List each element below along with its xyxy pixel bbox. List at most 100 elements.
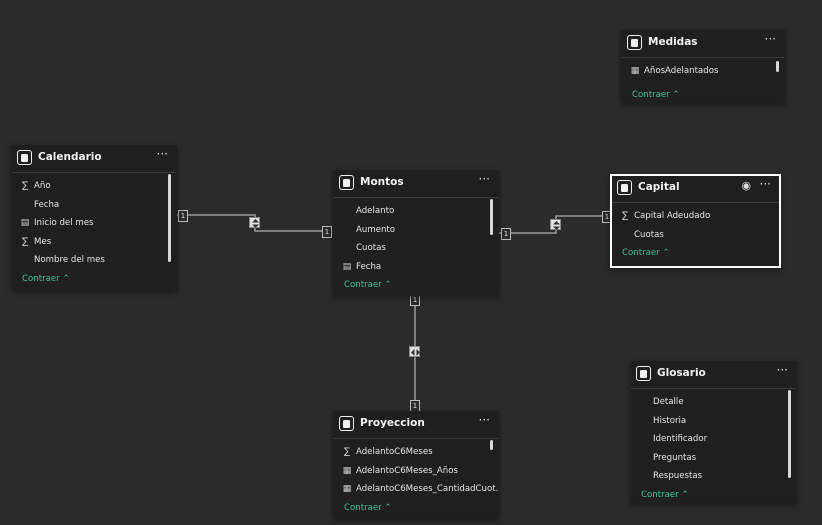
collapse-label: Contraer [22,273,60,284]
table-header[interactable]: Capital ◉ ··· [612,176,779,203]
chevron-up-icon: ⌃ [672,89,680,100]
cardinality-badge-calendario: 1 [178,210,188,222]
more-options-icon[interactable]: ··· [760,177,771,191]
field-item[interactable]: ∑ Año [12,177,176,196]
field-label: AdelantoC6Meses [356,447,433,457]
field-item[interactable]: ▦ AñosAdelantados [622,62,784,81]
table-header[interactable]: Medidas ··· [622,31,784,58]
table-icon [636,366,651,381]
field-label: Cuotas [356,243,386,253]
collapse-label: Contraer [344,280,382,290]
table-title: Calendario [38,151,102,163]
field-label: Fecha [34,199,60,210]
collapse-link[interactable]: Contraer ⌃ [612,244,779,262]
field-item[interactable]: ▤ Inicio del mes [12,214,176,233]
field-label: Respuestas [653,471,703,481]
field-item[interactable]: ∑ Capital Adeudado [612,207,779,226]
table-header[interactable]: Glosario ··· [631,362,796,389]
field-item[interactable]: Nombre del mes [12,251,176,270]
sigma-icon: ∑ [21,181,29,191]
collapse-link[interactable]: Contraer ⌃ [631,486,796,504]
field-item[interactable]: Respuestas [631,467,796,486]
more-options-icon[interactable]: ··· [765,32,776,46]
table-card-proyeccion[interactable]: Proyeccion ··· ∑ AdelantoC6Meses ▦ Adelant… [333,411,499,519]
cardinality-badge-montos-left: 1 [322,226,332,238]
calculated-column-icon: ▦ [342,465,352,476]
more-options-icon[interactable]: ··· [479,172,490,186]
field-item[interactable]: Cuotas [334,239,498,258]
more-options-icon[interactable]: ··· [157,147,168,161]
field-item[interactable]: Preguntas [631,449,796,468]
field-list: ∑ AdelantoC6Meses ▦ AdelantoC6Meses_Años ▦… [334,439,498,517]
field-item[interactable]: ▤ Fecha [334,258,498,277]
table-icon [339,175,354,190]
collapse-link[interactable]: Contraer ⌃ [12,270,176,288]
table-card-capital[interactable]: Capital ◉ ··· ∑ Capital Adeudado Cuotas C… [610,174,781,268]
field-label: AdelantoC6Meses_Años [356,465,458,476]
eye-icon[interactable]: ◉ [741,179,751,192]
field-item[interactable]: ∑ Mes [12,233,176,252]
cross-filter-both-icon[interactable] [550,219,561,230]
table-title: Proyeccion [360,417,425,429]
collapse-label: Contraer [632,89,670,100]
more-options-icon[interactable]: ··· [777,363,788,377]
field-list: ∑ Año Fecha ▤ Inicio del mes ∑ Mes Nombre d… [12,173,176,288]
chevron-up-icon: ⌃ [681,489,689,500]
chevron-up-icon: ⌃ [62,273,70,284]
table-title: Capital [638,181,680,193]
scrollbar[interactable] [490,199,493,235]
table-title: Glosario [657,367,706,379]
scrollbar[interactable] [168,174,171,262]
collapse-link[interactable]: Contraer ⌃ [334,499,498,517]
field-label: Nombre del mes [34,255,105,265]
table-header[interactable]: Montos ··· [334,171,498,198]
table-header[interactable]: Proyeccion ··· [334,412,498,439]
field-item[interactable]: Detalle [631,393,796,412]
field-item[interactable]: Cuotas [612,226,779,245]
cross-filter-both-icon[interactable] [249,217,260,228]
table-header[interactable]: Calendario ··· [12,146,176,173]
chevron-up-icon: ⌃ [662,248,670,258]
field-item[interactable]: Fecha [12,196,176,215]
field-label: Mes [34,236,52,247]
more-options-icon[interactable]: ··· [479,413,490,427]
field-label: Historia [653,415,687,426]
table-card-medidas[interactable]: Medidas ··· ▦ AñosAdelantados Contraer ⌃ [621,30,785,103]
field-item[interactable]: Aumento [334,221,498,240]
table-title: Montos [360,176,404,188]
collapse-label: Contraer [344,502,382,513]
field-item[interactable]: Identificador [631,430,796,449]
collapse-label: Contraer [622,248,660,258]
field-label: Capital Adeudado [634,211,711,221]
scrollbar[interactable] [776,61,779,72]
calculator-icon: ▦ [630,66,640,76]
sigma-icon: ∑ [343,447,351,457]
calendar-icon: ▤ [342,261,352,272]
table-icon [617,180,632,195]
collapse-link[interactable]: Contraer ⌃ [334,276,498,294]
field-item[interactable]: Historia [631,412,796,431]
calendar-icon: ▤ [20,218,30,228]
field-list: Adelanto Aumento Cuotas ▤ Fecha Contraer … [334,198,498,294]
field-label: Inicio del mes [34,218,94,228]
sigma-icon: ∑ [21,236,29,247]
chevron-up-icon: ⌃ [384,280,392,290]
field-label: Detalle [653,397,684,407]
scrollbar[interactable] [490,440,493,450]
cross-filter-both-icon[interactable] [409,346,420,357]
field-label: AdelantoC6Meses_CantidadCuot… [356,484,498,494]
sigma-icon: ∑ [621,211,629,221]
table-icon [17,150,32,165]
table-icon [339,416,354,431]
field-item[interactable]: Adelanto [334,202,498,221]
chevron-up-icon: ⌃ [384,502,392,513]
scrollbar[interactable] [788,390,791,478]
field-item[interactable]: ∑ AdelantoC6Meses [334,443,498,462]
field-item[interactable]: ▦ AdelantoC6Meses_CantidadCuot… [334,480,498,499]
table-card-montos[interactable]: Montos ··· Adelanto Aumento Cuotas ▤ Fech… [333,170,499,296]
field-item[interactable]: ▦ AdelantoC6Meses_Años [334,462,498,481]
table-card-glosario[interactable]: Glosario ··· Detalle Historia Identifica… [630,361,797,503]
collapse-link[interactable]: Contraer ⌃ [622,86,784,104]
table-card-calendario[interactable]: Calendario ··· ∑ Año Fecha ▤ Inicio del me… [11,145,177,290]
field-label: Año [34,181,51,191]
